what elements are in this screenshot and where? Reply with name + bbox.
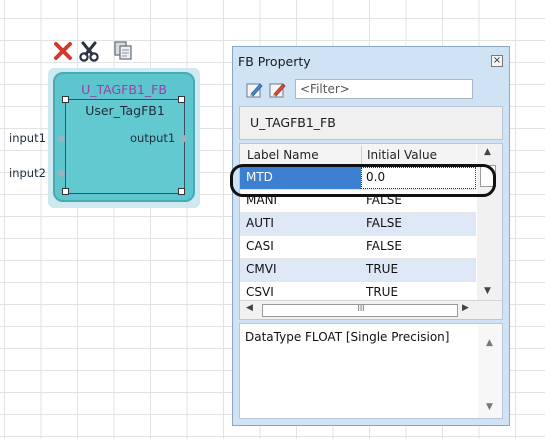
resize-handle-bottom-right[interactable] [178, 188, 185, 195]
label-name-cell: CASI [246, 239, 274, 253]
input-pin-label: input1 [9, 131, 46, 145]
resize-handle-top-right[interactable] [178, 96, 185, 103]
initial-value-cell: 0.0 [366, 170, 386, 184]
fb-name-label: U_TAGFB1_FB [250, 115, 336, 130]
horizontal-scrollbar[interactable]: ◀ III ▶ [240, 300, 502, 319]
fb-type-name: User_TagFB1 [85, 103, 165, 118]
scroll-right-icon[interactable]: ▶ [462, 303, 469, 313]
scroll-grip: III [357, 304, 365, 313]
description-text: DataType FLOAT [Single Precision] [245, 330, 450, 344]
label-name-cell: MTD [246, 170, 273, 184]
edit-toolbar [52, 40, 146, 62]
scroll-down-icon[interactable]: ▼ [486, 402, 493, 412]
initial-value-cell: FALSE [366, 216, 402, 230]
filter-input[interactable] [295, 79, 473, 99]
vertical-scrollbar[interactable]: ▲ ▼ [477, 144, 502, 300]
filter-bar [241, 78, 503, 102]
label-name-cell: AUTI [246, 216, 274, 230]
table-row[interactable]: MTD 0.0 [240, 167, 476, 190]
output-pin[interactable] [180, 135, 187, 142]
initial-value-cell: TRUE [366, 285, 399, 299]
column-header-label-name[interactable]: Label Name [247, 148, 319, 162]
table-row[interactable]: MANI FALSE [240, 190, 476, 213]
table-row[interactable]: AUTI FALSE [240, 213, 476, 236]
scroll-left-icon[interactable]: ◀ [246, 303, 253, 313]
cut-icon[interactable] [78, 40, 100, 62]
horizontal-scroll-thumb[interactable]: III [262, 304, 458, 317]
scroll-up-icon[interactable]: ▲ [484, 147, 491, 157]
diagram-canvas[interactable]: U_TAGFB1_FB User_TagFB1 input1 output1 i… [0, 0, 545, 439]
resize-handle-bottom-left[interactable] [62, 188, 69, 195]
input-pin[interactable] [58, 135, 65, 142]
description-scrollbar[interactable]: ▲ ▼ [478, 324, 502, 418]
table-row[interactable]: CMVI TRUE [240, 259, 476, 282]
fb-property-window: FB Property × U_TAGFB1_FB [232, 46, 510, 426]
scroll-thumb[interactable] [480, 165, 496, 187]
input-pin[interactable] [58, 170, 65, 177]
grid-rows: MTD 0.0 MANI FALSE AUTI FALSE CASI FALSE [240, 167, 476, 305]
fb-name-header: U_TAGFB1_FB [239, 106, 503, 140]
output-pin-label: output1 [130, 131, 176, 145]
description-box: DataType FLOAT [Single Precision] ▲ ▼ [239, 323, 503, 419]
label-name-cell: CMVI [246, 262, 277, 276]
grid-header: Label Name Initial Value [240, 144, 476, 167]
edit-icon[interactable] [245, 80, 265, 100]
copy-icon[interactable] [112, 40, 134, 62]
property-grid: Label Name Initial Value MTD 0.0 MANI FA… [239, 143, 503, 320]
input-pin-label: input2 [9, 166, 46, 180]
close-icon[interactable]: × [491, 55, 503, 67]
scroll-down-icon[interactable]: ▼ [484, 286, 491, 296]
fb-body: User_TagFB1 [65, 99, 185, 194]
fb-instance-name: U_TAGFB1_FB [81, 82, 167, 97]
window-title: FB Property [238, 54, 311, 69]
column-divider[interactable] [361, 146, 362, 164]
initial-value-cell: FALSE [366, 239, 402, 253]
initial-value-cell: FALSE [366, 193, 402, 207]
label-name-cell: CSVI [246, 285, 274, 299]
label-name-cell: MANI [246, 193, 278, 207]
edit-reset-icon[interactable] [268, 80, 288, 100]
delete-icon[interactable] [52, 40, 74, 62]
table-row[interactable]: CASI FALSE [240, 236, 476, 259]
resize-handle-top-left[interactable] [62, 96, 69, 103]
initial-value-cell: TRUE [366, 262, 399, 276]
scroll-up-icon[interactable]: ▲ [486, 338, 493, 348]
column-header-initial-value[interactable]: Initial Value [367, 148, 437, 162]
